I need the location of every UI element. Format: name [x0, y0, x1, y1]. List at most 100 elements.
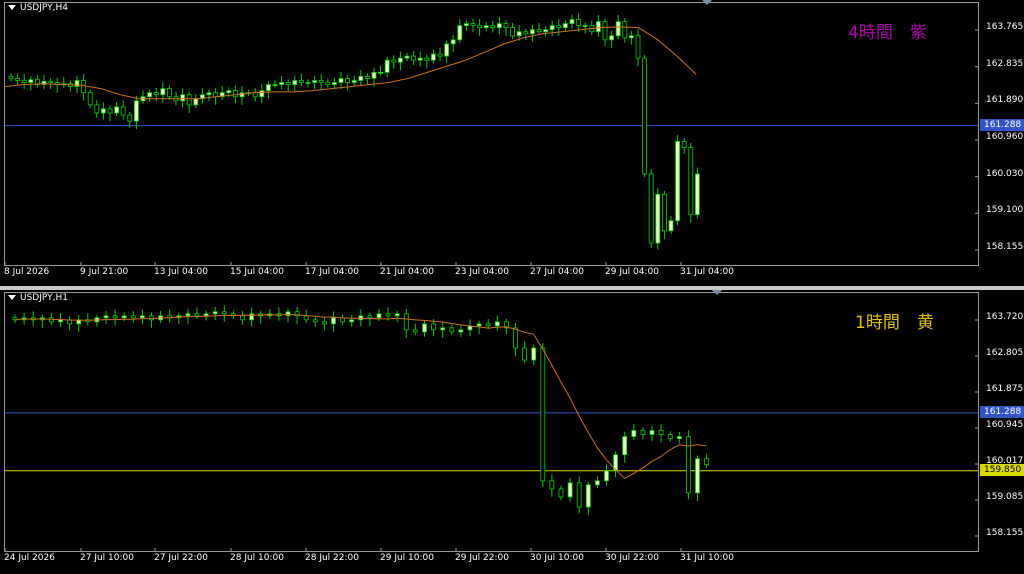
price-tick-label: 158.155	[986, 528, 1024, 538]
time-tick-label: 27 Jul 04:00	[530, 267, 584, 277]
candle-body	[417, 57, 423, 61]
candle-body	[87, 92, 93, 106]
time-tick-label: 29 Jul 04:00	[605, 267, 659, 277]
candle-body	[385, 313, 391, 317]
time-tick-label: 27 Jul 10:00	[80, 553, 134, 563]
candle-body	[676, 436, 682, 439]
candle-body	[450, 39, 456, 45]
time-tick-label: 31 Jul 04:00	[680, 267, 734, 277]
candle-body	[642, 57, 647, 175]
time-tick-label: 30 Jul 22:00	[605, 553, 659, 563]
candle-body	[15, 78, 21, 81]
time-tick-label: 9 Jul 21:00	[80, 267, 129, 277]
dropdown-triangle-icon[interactable]	[8, 5, 16, 10]
h1-candlestick-chart[interactable]	[5, 293, 978, 551]
candle-body	[483, 25, 489, 29]
candle-body	[221, 311, 227, 315]
candle-body	[21, 80, 27, 83]
candle-body	[569, 19, 575, 24]
candle-body	[681, 141, 687, 148]
candle-body	[107, 108, 113, 114]
candle-body	[338, 78, 344, 83]
h1-chart-pane[interactable]: USDJPY,H1 1時間 黄 163.720 162.805 161.875 160…	[0, 290, 1024, 574]
candle-body	[704, 458, 709, 466]
candle-body	[376, 313, 382, 319]
candle-body	[422, 323, 427, 333]
candle-body	[440, 327, 446, 331]
candle-body	[585, 484, 591, 508]
moving-average-line	[5, 26, 697, 100]
candle-body	[127, 114, 133, 122]
candle-body	[149, 315, 154, 321]
candle-body	[576, 482, 582, 508]
candle-body	[403, 313, 409, 331]
candle-body	[103, 315, 109, 319]
candle-body	[194, 313, 200, 317]
candle-body	[649, 430, 655, 435]
candle-body	[394, 313, 400, 317]
candle-body	[305, 82, 311, 84]
price-tick-label: 161.875	[986, 384, 1024, 394]
price-tick-label: 161.890	[986, 95, 1024, 106]
time-tick-label: 29 Jul 22:00	[455, 553, 509, 563]
candle-body	[516, 31, 522, 37]
h4-chart-pane[interactable]: USDJPY,H4 4時間 紫 163.765 162.835 161.890 160…	[0, 0, 1024, 288]
candle-body	[490, 25, 496, 29]
candle-body	[371, 71, 377, 79]
time-tick-label: 29 Jul 10:00	[380, 553, 434, 563]
candle-body	[94, 104, 100, 114]
candle-body	[458, 329, 464, 333]
price-tick-label: 162.805	[986, 348, 1024, 358]
candle-body	[463, 23, 469, 27]
candle-body	[457, 25, 463, 41]
candle-body	[206, 92, 212, 96]
h4-plot-area[interactable]	[4, 2, 979, 266]
candle-body	[604, 470, 609, 482]
candle-body	[28, 79, 34, 83]
candle-body	[139, 315, 145, 319]
candle-body	[147, 92, 153, 98]
candle-body	[622, 436, 628, 456]
price-tick-label: 163.720	[986, 312, 1024, 322]
candle-body	[272, 84, 278, 86]
candle-body	[58, 319, 63, 323]
candle-body	[510, 27, 516, 37]
candle-body	[48, 80, 53, 83]
candle-body	[391, 59, 397, 63]
candle-body	[259, 90, 265, 98]
h4-symbol-text: USDJPY,H4	[20, 3, 68, 13]
candle-body	[81, 80, 86, 94]
candle-body	[476, 323, 482, 327]
candle-body	[622, 21, 628, 39]
time-tick-label: 17 Jul 04:00	[305, 267, 359, 277]
candle-body	[358, 315, 364, 321]
candle-body	[213, 92, 219, 98]
time-tick-label: 13 Jul 04:00	[154, 267, 208, 277]
candle-body	[345, 78, 351, 83]
moving-average-line	[14, 314, 707, 480]
dropdown-triangle-icon[interactable]	[8, 295, 16, 300]
candle-body	[530, 29, 535, 35]
candle-body	[496, 23, 502, 29]
h1-plot-area[interactable]	[4, 292, 979, 552]
h4-candlestick-chart[interactable]	[5, 3, 978, 265]
candle-body	[549, 480, 555, 490]
h1-shift-marker-icon[interactable]	[712, 290, 722, 295]
candle-body	[449, 327, 455, 333]
candle-body	[631, 430, 637, 437]
candle-body	[252, 92, 258, 98]
candle-body	[430, 53, 436, 61]
candle-body	[325, 82, 331, 85]
h4-shift-marker-icon[interactable]	[702, 0, 712, 5]
candle-body	[186, 94, 192, 106]
candle-body	[397, 57, 403, 63]
candle-body	[133, 100, 139, 122]
candle-body	[513, 327, 518, 349]
time-tick-label: 8 Jul 2026	[4, 267, 50, 277]
candle-body	[358, 76, 364, 81]
h1-timeframe-note: 1時間 黄	[855, 313, 934, 333]
candle-body	[556, 25, 562, 29]
candle-body	[153, 92, 159, 96]
candle-body	[411, 55, 417, 61]
time-tick-label: 24 Jul 2026	[4, 553, 55, 563]
